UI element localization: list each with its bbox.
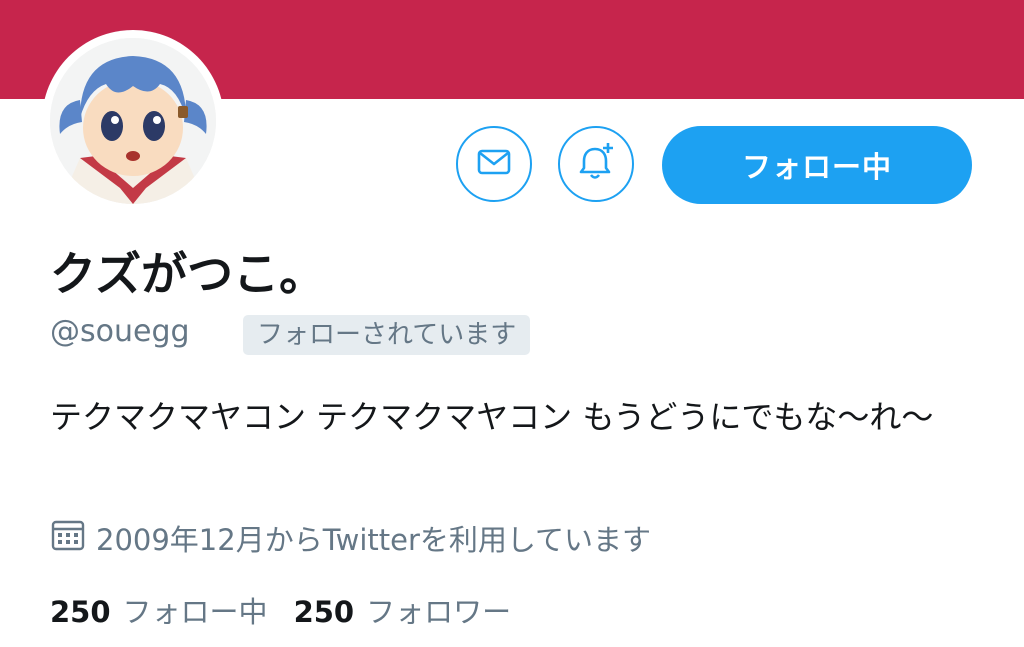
- avatar[interactable]: [42, 30, 224, 212]
- message-button[interactable]: [456, 126, 532, 202]
- followers-label: フォロワー: [366, 595, 512, 629]
- notifications-button[interactable]: [558, 126, 634, 202]
- followers-count: 250: [293, 595, 355, 629]
- envelope-icon: [474, 142, 514, 186]
- following-button[interactable]: フォロー中: [662, 126, 972, 204]
- calendar-icon: [50, 519, 96, 558]
- following-stat[interactable]: 250 フォロー中: [50, 589, 268, 631]
- follows-you-badge: フォローされています: [243, 315, 531, 355]
- display-name: クズがつこ。: [50, 247, 326, 301]
- following-label: フォロー中: [122, 595, 268, 629]
- profile-stats: 250 フォロー中 250 フォロワー: [50, 588, 511, 632]
- bio: テクマクマヤコン テクマクマヤコン もうどうにでもな〜れ〜: [50, 398, 934, 436]
- joined-text: 2009年12月からTwitterを利用しています: [96, 523, 652, 557]
- handle: @souegg: [50, 314, 190, 349]
- following-button-label: フォロー中: [741, 150, 892, 184]
- avatar-image: [50, 38, 216, 204]
- bell-plus-icon: [574, 140, 618, 188]
- followers-stat[interactable]: 250 フォロワー: [294, 589, 512, 631]
- following-count: 250: [50, 595, 111, 629]
- joined-date: 2009年12月からTwitterを利用しています: [50, 518, 651, 558]
